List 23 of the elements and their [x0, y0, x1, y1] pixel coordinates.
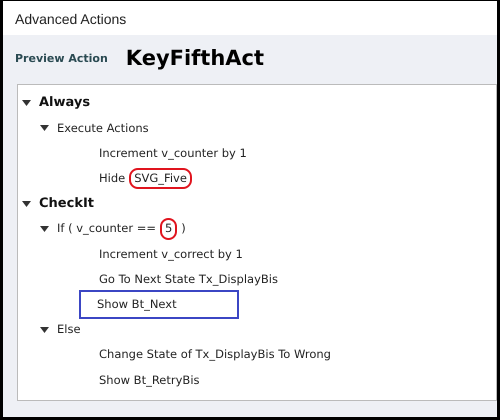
- tree-item-text: If ( v_counter ==: [57, 220, 156, 238]
- circled-text: 5: [160, 218, 178, 240]
- tree-item-text: Increment v_counter by 1: [99, 144, 247, 162]
- tree-item-text: Always: [39, 94, 90, 112]
- expand-triangle-icon[interactable]: [40, 125, 49, 132]
- tree-item-text: Increment v_correct by 1: [99, 246, 243, 263]
- tree-item-text: Show Bt_Next: [97, 296, 177, 313]
- tree-item-text: Else: [57, 321, 81, 338]
- tree-item-text: ): [181, 220, 186, 238]
- expand-triangle-icon[interactable]: [22, 200, 31, 207]
- action-name: KeyFifthAct: [126, 45, 264, 72]
- expand-triangle-icon[interactable]: [22, 100, 31, 106]
- tree-item-text: Hide: [99, 170, 126, 188]
- expand-triangle-icon[interactable]: [40, 326, 49, 333]
- tree-item-text: CheckIt: [39, 195, 94, 214]
- expand-triangle-icon[interactable]: [40, 226, 49, 232]
- preview-action-label: Preview Action: [15, 50, 108, 66]
- window-title: Advanced Actions: [3, 1, 497, 35]
- circled-text: SVG_Five: [129, 168, 192, 190]
- tree-item-text: Show Bt_RetryBis: [99, 372, 200, 389]
- tree-item-text: Execute Actions: [57, 120, 149, 137]
- tree-item-text: Go To Next State Tx_DisplayBis: [99, 270, 278, 288]
- tree-item-text: Change State of Tx_DisplayBis To Wrong: [99, 346, 331, 364]
